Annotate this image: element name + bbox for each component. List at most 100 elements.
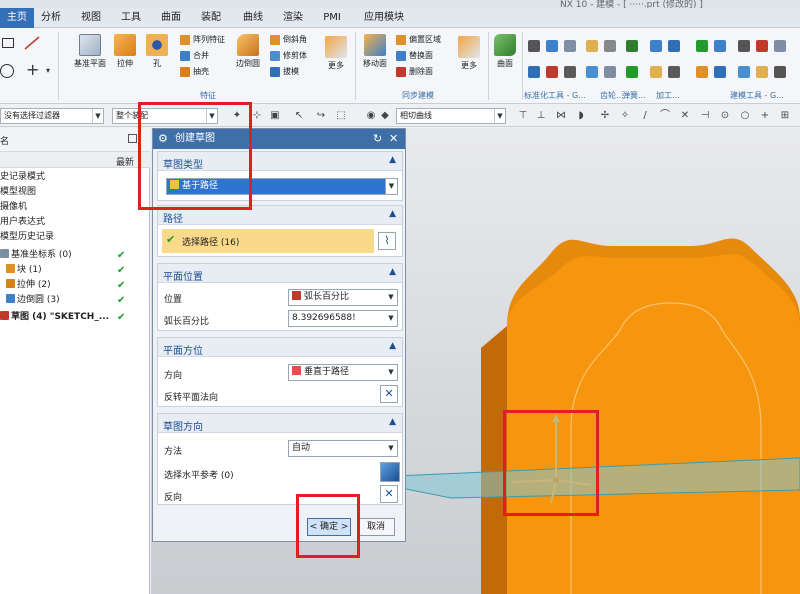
nav-row-extrude[interactable]: 拉伸 (2) ✔: [0, 278, 150, 293]
pin-icon[interactable]: [546, 66, 558, 78]
method-dropdown[interactable]: 自动 ▼: [288, 440, 398, 457]
arc-percent-input[interactable]: 8.392696588! ▼: [288, 310, 398, 327]
select-icon[interactable]: ⊹: [252, 111, 262, 121]
position-dropdown[interactable]: 弧长百分比 ▼: [288, 289, 398, 306]
bevel-gear-icon[interactable]: [604, 40, 616, 52]
cancel-button[interactable]: 取消: [357, 518, 395, 536]
lasso-icon[interactable]: ↖: [294, 111, 304, 121]
reverse-direction-icon[interactable]: ✕: [380, 485, 398, 503]
check-tool-icon[interactable]: [696, 40, 708, 52]
tab-view[interactable]: 视图: [76, 8, 106, 28]
shell-button[interactable]: 抽壳: [180, 66, 209, 77]
cut-icon[interactable]: [668, 66, 680, 78]
select-reference-icon[interactable]: [380, 462, 400, 482]
snap-curve-icon[interactable]: ⌒: [660, 111, 670, 121]
datum-plane-button[interactable]: 基准平面: [72, 34, 108, 69]
machining-icon[interactable]: [650, 40, 662, 52]
reset-icon[interactable]: ↻: [373, 129, 382, 149]
collapse-icon[interactable]: ▲: [389, 155, 396, 165]
triangle-icon[interactable]: [738, 40, 750, 52]
snap-point-icon[interactable]: +: [760, 111, 770, 121]
spring-edit-icon[interactable]: [626, 66, 638, 78]
hole-button[interactable]: 孔: [144, 34, 170, 69]
more-arrow-icon[interactable]: ▾: [46, 66, 50, 75]
build-tool-h-icon[interactable]: [774, 66, 786, 78]
bolt-icon[interactable]: [546, 40, 558, 52]
collapse-icon[interactable]: ▲: [389, 267, 396, 277]
view-icon[interactable]: ◉: [366, 111, 376, 121]
deselect-icon[interactable]: ↪: [316, 111, 326, 121]
standard-part-icon[interactable]: [528, 40, 540, 52]
snap-quadrant-icon[interactable]: ✧: [620, 111, 630, 121]
surface-button[interactable]: 曲面: [492, 34, 518, 69]
snap-center-icon[interactable]: ⊙: [720, 111, 730, 121]
nav-row[interactable]: 模型历史记录: [0, 230, 150, 245]
section-header-plane-orientation[interactable]: 平面方位 ▲: [158, 338, 402, 357]
nav-row-datum-csys[interactable]: 基准坐标系 (0) ✔: [0, 248, 150, 263]
drill-icon[interactable]: [650, 66, 662, 78]
washer-icon[interactable]: [528, 66, 540, 78]
section-header-plane-location[interactable]: 平面位置 ▲: [158, 264, 402, 283]
tab-home[interactable]: 主页: [0, 8, 34, 28]
snap-node-icon[interactable]: ✕: [680, 111, 690, 121]
gear-edit-icon[interactable]: [604, 66, 616, 78]
nav-row[interactable]: 模型视图: [0, 185, 150, 200]
collapse-icon[interactable]: ▲: [389, 417, 396, 427]
snap-end-icon[interactable]: ⊤: [518, 111, 528, 121]
nav-row-block[interactable]: 块 (1) ✔: [0, 263, 150, 278]
circle-icon[interactable]: [0, 64, 14, 78]
build-tool-c-icon[interactable]: [774, 40, 786, 52]
build-tool-a-icon[interactable]: [714, 40, 726, 52]
more-features-button[interactable]: 更多: [322, 36, 350, 71]
thread-icon[interactable]: [668, 40, 680, 52]
tab-curve[interactable]: 曲线: [238, 8, 268, 28]
tab-analysis[interactable]: 分析: [36, 8, 66, 28]
snap-grid-icon[interactable]: ⊞: [780, 111, 790, 121]
snap-intersect-icon[interactable]: ⋈: [556, 111, 566, 121]
build-tool-e-icon[interactable]: [714, 66, 726, 78]
spring-icon[interactable]: [626, 40, 638, 52]
build-tool-b-icon[interactable]: [756, 40, 768, 52]
snap-perp-icon[interactable]: ⊣: [700, 111, 710, 121]
build-tool-d-icon[interactable]: [696, 66, 708, 78]
rectangle-icon[interactable]: [2, 38, 14, 48]
offset-region-button[interactable]: 偏置区域: [396, 34, 441, 45]
select-curve-icon[interactable]: ⌇: [378, 232, 396, 250]
tab-surface[interactable]: 曲面: [156, 8, 186, 28]
solid-icon[interactable]: ◆: [380, 111, 390, 121]
section-header-sketch-orientation[interactable]: 草图方向 ▲: [158, 414, 402, 433]
extrude-button[interactable]: 拉伸: [110, 34, 140, 69]
build-tool-g-icon[interactable]: [756, 66, 768, 78]
nav-row[interactable]: 用户表达式: [0, 215, 150, 230]
tab-applications[interactable]: 应用模块: [356, 8, 412, 28]
direction-dropdown[interactable]: 垂直于路径 ▼: [288, 364, 398, 381]
nav-row-edge-blend[interactable]: 边倒圆 (3) ✔: [0, 293, 150, 308]
nav-row-sketch[interactable]: 草图 (4) "SKETCH_... ✔: [0, 310, 150, 325]
select-mode-icon[interactable]: ▣: [270, 111, 280, 121]
curve-rule-dropdown[interactable]: 相切曲线 ▼: [396, 108, 506, 124]
build-tool-f-icon[interactable]: [738, 66, 750, 78]
line-icon[interactable]: [24, 36, 40, 50]
reverse-normal-icon[interactable]: ✕: [380, 385, 398, 403]
select-path-row[interactable]: ✔ 选择路径 (16): [162, 229, 374, 253]
snap-tangent-icon[interactable]: ✢: [600, 111, 610, 121]
tab-tools[interactable]: 工具: [116, 8, 146, 28]
box-select-icon[interactable]: ⬚: [336, 111, 346, 121]
more-sync-button[interactable]: 更多: [456, 36, 482, 71]
delete-face-button[interactable]: 删除面: [396, 66, 433, 77]
trim-body-button[interactable]: 修剪体: [270, 50, 307, 61]
spur-gear-icon[interactable]: [586, 40, 598, 52]
move-face-button[interactable]: 移动面: [360, 34, 390, 69]
chamfer-button[interactable]: 倒斜角: [270, 34, 307, 45]
point-icon[interactable]: +: [26, 62, 39, 78]
edge-blend-button[interactable]: 边倒圆: [232, 34, 264, 69]
snap-circle-icon[interactable]: ○: [740, 111, 750, 121]
collapse-icon[interactable]: ▲: [389, 341, 396, 351]
close-icon[interactable]: ✕: [389, 129, 398, 149]
key-icon[interactable]: [564, 66, 576, 78]
draft-button[interactable]: 拔模: [270, 66, 299, 77]
snap-line-icon[interactable]: /: [640, 111, 650, 121]
collapse-icon[interactable]: ▲: [389, 209, 396, 219]
unite-button[interactable]: 合并: [180, 50, 209, 61]
snap-mid-icon[interactable]: ⊥: [536, 111, 546, 121]
